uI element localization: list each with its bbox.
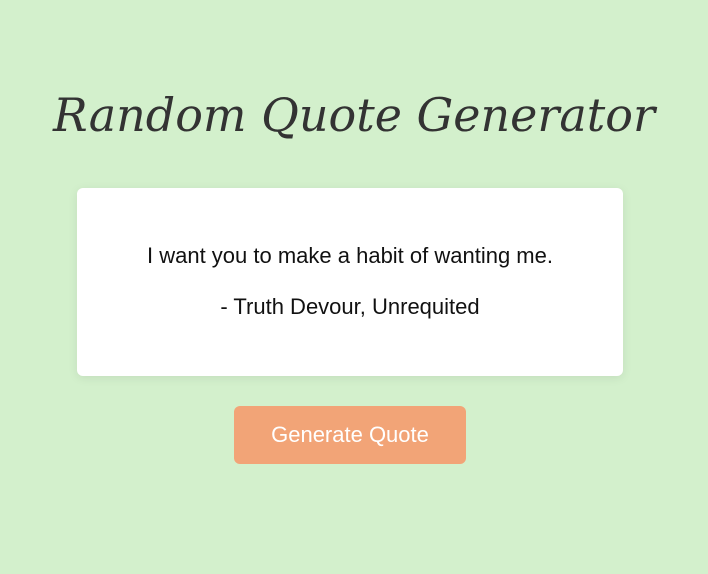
generate-quote-button[interactable]: Generate Quote <box>234 406 466 464</box>
page-title: Random Quote Generator <box>53 88 655 142</box>
quote-text: I want you to make a habit of wanting me… <box>146 243 553 268</box>
quote-card: I want you to make a habit of wanting me… <box>77 188 623 376</box>
quote-attribution: - Truth Devour, Unrequited <box>220 294 480 319</box>
